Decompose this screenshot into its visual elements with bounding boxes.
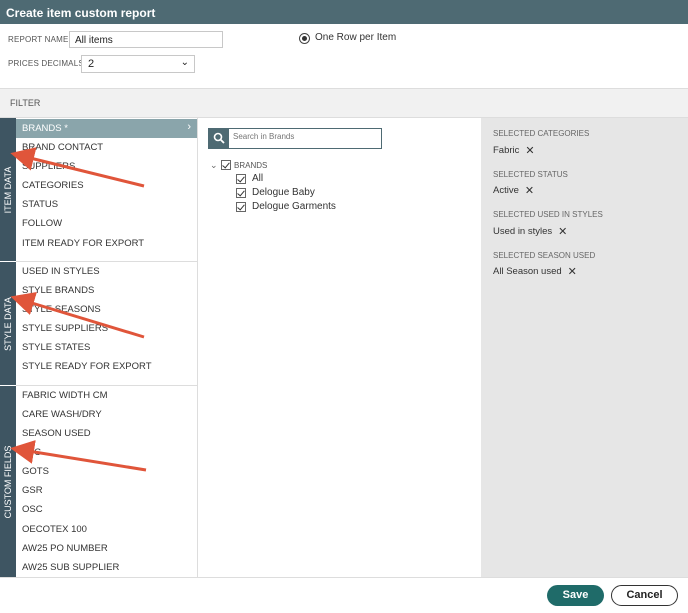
- filter-item-aw25-sub-supplier[interactable]: AW25 SUB SUPPLIER: [16, 558, 197, 577]
- filter-item-style-ready-for-export[interactable]: STYLE READY FOR EXPORT: [16, 357, 197, 376]
- tree-item-label: Delogue Baby: [252, 187, 315, 198]
- all-checkbox[interactable]: [236, 174, 246, 184]
- filter-item-follow[interactable]: FOLLOW: [16, 214, 197, 233]
- filter-item-style-states[interactable]: STYLE STATES: [16, 338, 197, 357]
- tab-custom-fields[interactable]: CUSTOM FIELDS: [0, 386, 16, 577]
- filter-item-style-seasons[interactable]: STYLE SEASONS: [16, 300, 197, 319]
- report-settings: REPORT NAME: All items PRICES DECIMALS: …: [0, 24, 688, 88]
- filter-item-style-suppliers[interactable]: STYLE SUPPLIERS: [16, 319, 197, 338]
- tab-style-data-label: STYLE DATA: [3, 296, 13, 351]
- filter-item-fsc[interactable]: FSC: [16, 443, 197, 462]
- filter-item-categories[interactable]: CATEGORIES: [16, 176, 197, 195]
- selected-status-heading: SELECTED STATUS: [493, 170, 568, 179]
- filter-item-style-brands[interactable]: STYLE BRANDS: [16, 281, 197, 300]
- delogue-baby-checkbox[interactable]: [236, 188, 246, 198]
- close-icon[interactable]: ✕: [568, 265, 577, 278]
- close-icon[interactable]: ✕: [525, 184, 534, 197]
- filter-item-osc[interactable]: OSC: [16, 500, 197, 519]
- tab-style-data[interactable]: STYLE DATA: [0, 262, 16, 385]
- selected-value-text: Used in styles: [493, 226, 553, 237]
- prices-decimals-label: PRICES DECIMALS:: [8, 59, 87, 68]
- selected-season-used-value: All Season used ✕: [493, 265, 577, 278]
- selected-value-text: All Season used: [493, 266, 562, 277]
- filter-item-status[interactable]: STATUS: [16, 195, 197, 214]
- brand-search: [208, 128, 382, 149]
- selected-status-value: Active ✕: [493, 184, 534, 197]
- filter-item-season-used[interactable]: SEASON USED: [16, 424, 197, 443]
- selected-filters-panel: SELECTED CATEGORIES Fabric ✕ SELECTED STA…: [481, 118, 688, 577]
- search-icon[interactable]: [209, 129, 229, 148]
- filter-item-item-ready-for-export[interactable]: ITEM READY FOR EXPORT: [16, 234, 197, 253]
- prices-decimals-value: 2: [88, 58, 95, 70]
- selected-categories-value: Fabric ✕: [493, 144, 535, 157]
- report-name-label: REPORT NAME:: [8, 35, 72, 44]
- tree-item-label: All: [252, 173, 264, 184]
- brands-checkbox[interactable]: [221, 160, 231, 170]
- filter-category-list: ITEM DATA STYLE DATA CUSTOM FIELDS BRAND…: [0, 118, 198, 577]
- filter-item-brand-contact[interactable]: BRAND CONTACT: [16, 138, 197, 157]
- prices-decimals-select[interactable]: 2 ⌄: [81, 55, 195, 73]
- selected-categories-heading: SELECTED CATEGORIES: [493, 129, 590, 138]
- filter-title: FILTER: [0, 88, 688, 118]
- filter-item-oecotex-100[interactable]: OECOTEX 100: [16, 520, 197, 539]
- filter-item-fabric-width-cm[interactable]: FABRIC WIDTH CM: [16, 386, 197, 405]
- filter-item-label: BRANDS *: [22, 123, 68, 134]
- one-row-per-item-label: One Row per Item: [315, 32, 397, 43]
- filter-item-care-wash-dry[interactable]: CARE WASH/DRY: [16, 405, 197, 424]
- filter-item-used-in-styles[interactable]: USED IN STYLES: [16, 262, 197, 281]
- chevron-right-icon: ›: [187, 121, 191, 133]
- filter-item-gsr[interactable]: GSR: [16, 481, 197, 500]
- tab-item-data[interactable]: ITEM DATA: [0, 118, 16, 261]
- filter-item-aw25-po-number[interactable]: AW25 PO NUMBER: [16, 539, 197, 558]
- filter-item-gots[interactable]: GOTS: [16, 462, 197, 481]
- filter-item-suppliers[interactable]: SUPPLIERS: [16, 157, 197, 176]
- window-title: Create item custom report: [0, 0, 688, 24]
- close-icon[interactable]: ✕: [525, 144, 534, 157]
- cancel-button[interactable]: Cancel: [611, 585, 678, 606]
- tree-root-label: BRANDS: [234, 161, 268, 170]
- tab-item-data-label: ITEM DATA: [3, 166, 13, 213]
- delogue-garments-checkbox[interactable]: [236, 202, 246, 212]
- search-input[interactable]: [233, 132, 373, 141]
- filter-item-brands[interactable]: BRANDS * ›: [16, 119, 197, 138]
- save-button[interactable]: Save: [547, 585, 604, 606]
- selected-used-in-styles-heading: SELECTED USED IN STYLES: [493, 210, 603, 219]
- selected-season-used-heading: SELECTED SEASON USED: [493, 251, 596, 260]
- one-row-per-item-radio[interactable]: [299, 33, 310, 44]
- tab-custom-fields-label: CUSTOM FIELDS: [3, 445, 13, 518]
- report-name-input[interactable]: All items: [69, 31, 223, 48]
- close-icon[interactable]: ✕: [558, 225, 567, 238]
- brand-filter-panel: ⌄ BRANDS All Delogue Baby Delogue Garmen…: [198, 118, 481, 577]
- tree-item-label: Delogue Garments: [252, 201, 336, 212]
- selected-value-text: Active: [493, 185, 519, 196]
- chevron-down-icon[interactable]: ⌄: [210, 160, 218, 171]
- selected-used-in-styles-value: Used in styles ✕: [493, 225, 567, 238]
- selected-value-text: Fabric: [493, 145, 520, 156]
- chevron-down-icon: ⌄: [180, 57, 189, 68]
- dialog-footer: Save Cancel: [0, 577, 688, 613]
